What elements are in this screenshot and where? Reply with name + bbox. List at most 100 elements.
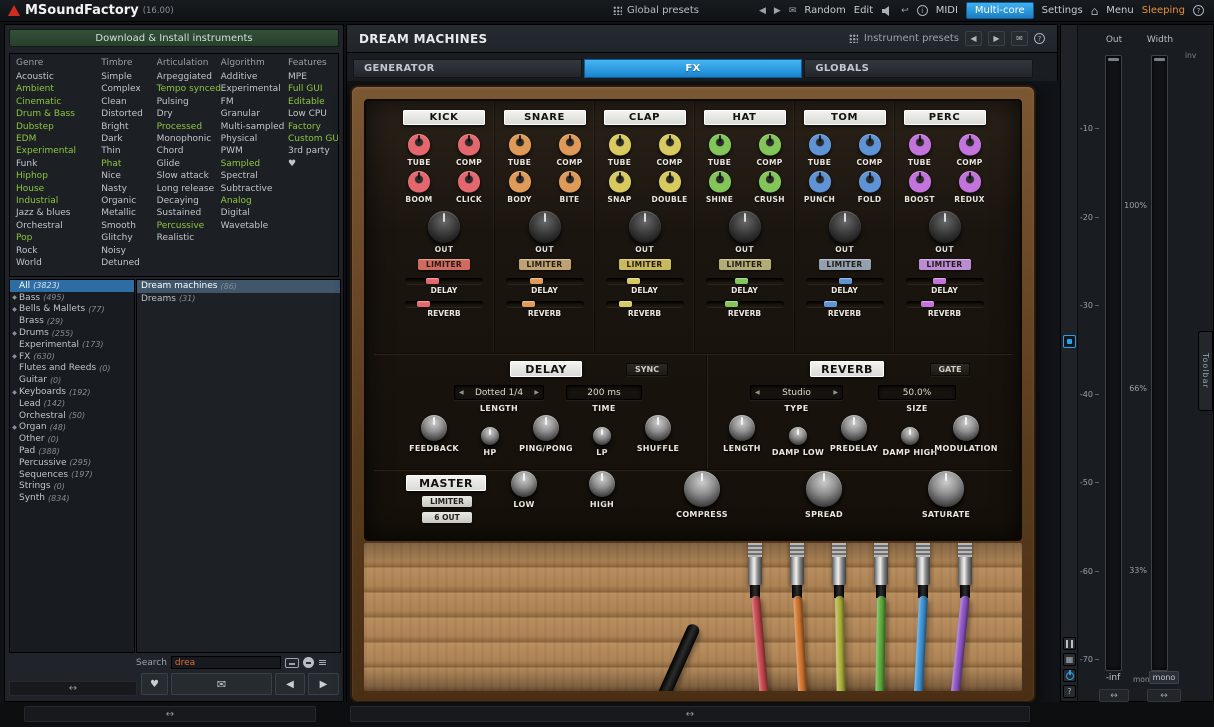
filter-item-spectral[interactable]: Spectral [219,170,286,182]
filter-item-glitchy[interactable]: Glitchy [99,232,154,244]
limiter-badge[interactable]: LIMITER [619,259,671,270]
filter-item-jazz-blues[interactable]: Jazz & blues [14,207,99,219]
main-width-grip[interactable]: ↔ [350,706,1030,722]
dropdown-right-icon[interactable]: ▶ [534,389,539,396]
filter-item-edm[interactable]: EDM [14,133,99,145]
filter-item-noisy[interactable]: Noisy [99,245,154,257]
category-item-percussive[interactable]: Percussive(295) [10,457,134,469]
reverb-modulation-knob[interactable] [953,415,979,441]
delay-shuffle-knob[interactable] [645,415,671,441]
audio-cable[interactable] [746,543,764,691]
tube-knob[interactable] [609,134,631,156]
filter-item-smooth[interactable]: Smooth [99,220,154,232]
list-view-icon[interactable]: ≡ [318,657,327,668]
search-input[interactable]: drea [171,656,281,669]
body-knob[interactable] [509,171,531,193]
filter-item-long-release[interactable]: Long release [155,183,219,195]
next-instrument-preset-button[interactable]: ▶ [988,31,1005,46]
delay-slider[interactable] [405,278,483,284]
master-limiter-badge[interactable]: LIMITER [422,496,472,507]
comp-knob[interactable] [859,134,881,156]
category-item-fx[interactable]: ◆FX(630) [10,351,134,363]
limiter-badge[interactable]: LIMITER [919,259,971,270]
submit-preset-button[interactable]: ✉ [171,673,272,695]
comp-knob[interactable] [659,134,681,156]
filter-item-nasty[interactable]: Nasty [99,183,154,195]
filter-item-dry[interactable]: Dry [155,108,219,120]
reverb-gate-button[interactable]: GATE [930,363,970,376]
save-instrument-preset-icon[interactable]: ✉ [1011,31,1028,46]
category-item-orchestral[interactable]: Orchestral(50) [10,410,134,422]
tube-knob[interactable] [909,134,931,156]
filter-item-glide[interactable]: Glide [155,158,219,170]
menu-button[interactable]: Menu [1106,5,1133,16]
reverb-slider[interactable] [606,301,684,307]
filter-item-processed[interactable]: Processed [155,121,219,133]
toolbar-tab[interactable]: Toolbar [1198,331,1213,411]
reverb-damp-low-knob[interactable] [789,427,807,445]
filter-item-fm[interactable]: FM [219,96,286,108]
reverb-damp-high-knob[interactable] [901,427,919,445]
filter-item-monophonic[interactable]: Monophonic [155,133,219,145]
crush-knob[interactable] [759,171,781,193]
tube-knob[interactable] [709,134,731,156]
filter-item-world[interactable]: World [14,257,99,269]
filter-item-realistic[interactable]: Realistic [155,232,219,244]
sleeping-status[interactable]: Sleeping [1142,5,1185,16]
filter-item-multi-sampled[interactable]: Multi-sampled [219,121,286,133]
filter-item-dark[interactable]: Dark [99,133,154,145]
category-item-synth[interactable]: Synth(834) [10,492,134,504]
filter-item-percussive[interactable]: Percussive [155,220,219,232]
filter-item-experimental[interactable]: Experimental [219,83,286,95]
favorite-button[interactable]: ♥ [141,673,168,695]
reverb-slider[interactable] [706,301,784,307]
audio-cable[interactable] [830,543,848,691]
undo-icon[interactable]: ↩ [901,5,909,17]
reverb-length-knob[interactable] [729,415,755,441]
out-knob[interactable] [729,211,761,243]
filter-item-acoustic[interactable]: Acoustic [14,71,99,83]
black-cable[interactable] [652,622,701,691]
browser-width-grip[interactable]: ↔ [24,706,316,722]
master-title-button[interactable]: MASTER [406,475,486,491]
reverb-slider[interactable] [806,301,884,307]
filter-item-pop[interactable]: Pop [14,232,99,244]
double-knob[interactable] [659,171,681,193]
mono-value-badge[interactable]: mono [1149,671,1179,684]
delay-time-value[interactable]: 200 ms [566,385,642,400]
filter-item-additive[interactable]: Additive [219,71,286,83]
tube-knob[interactable] [408,134,430,156]
master-saturate-knob[interactable] [928,471,964,507]
category-item-lead[interactable]: Lead(142) [10,398,134,410]
audio-cable[interactable] [956,543,974,691]
prev-instrument-preset-button[interactable]: ◀ [965,31,982,46]
filter-item-decaying[interactable]: Decaying [155,195,219,207]
filter-item-orchestral[interactable]: Orchestral [14,220,99,232]
channel-name-label[interactable]: SNARE [504,110,586,125]
delay-slider[interactable] [806,278,884,284]
filter-item-detuned[interactable]: Detuned [99,257,154,269]
dropdown-left-icon[interactable]: ◀ [459,389,464,396]
reverb-title-button[interactable]: REVERB [810,361,884,377]
filter-item-analog[interactable]: Analog [219,195,286,207]
tab-generator[interactable]: GENERATOR [353,59,582,78]
filter-item-editable[interactable]: Editable [286,96,338,108]
meter-help-button[interactable]: ? [1063,685,1076,698]
filter-item-pulsing[interactable]: Pulsing [155,96,219,108]
filter-item-complex[interactable]: Complex [99,83,154,95]
filter-item-distorted[interactable]: Distorted [99,108,154,120]
audio-cable[interactable] [872,543,890,691]
channel-name-label[interactable]: KICK [403,110,485,125]
master-low-knob[interactable] [511,471,537,497]
save-preset-icon[interactable]: ✉ [789,5,797,17]
filter-item-phat[interactable]: Phat [99,158,154,170]
result-item-dreams[interactable]: Dreams(31) [137,293,340,306]
multicore-button[interactable]: Multi-core [966,2,1034,19]
delay-length-dropdown[interactable]: ◀ Dotted 1/4 ▶ [454,385,544,400]
boom-knob[interactable] [408,171,430,193]
out-knob[interactable] [829,211,861,243]
filter-item-dubstep[interactable]: Dubstep [14,121,99,133]
next-preset-button[interactable]: ▶ [774,5,781,17]
result-item-dream-machines[interactable]: Dream machines(86) [137,280,340,293]
out-knob[interactable] [629,211,661,243]
